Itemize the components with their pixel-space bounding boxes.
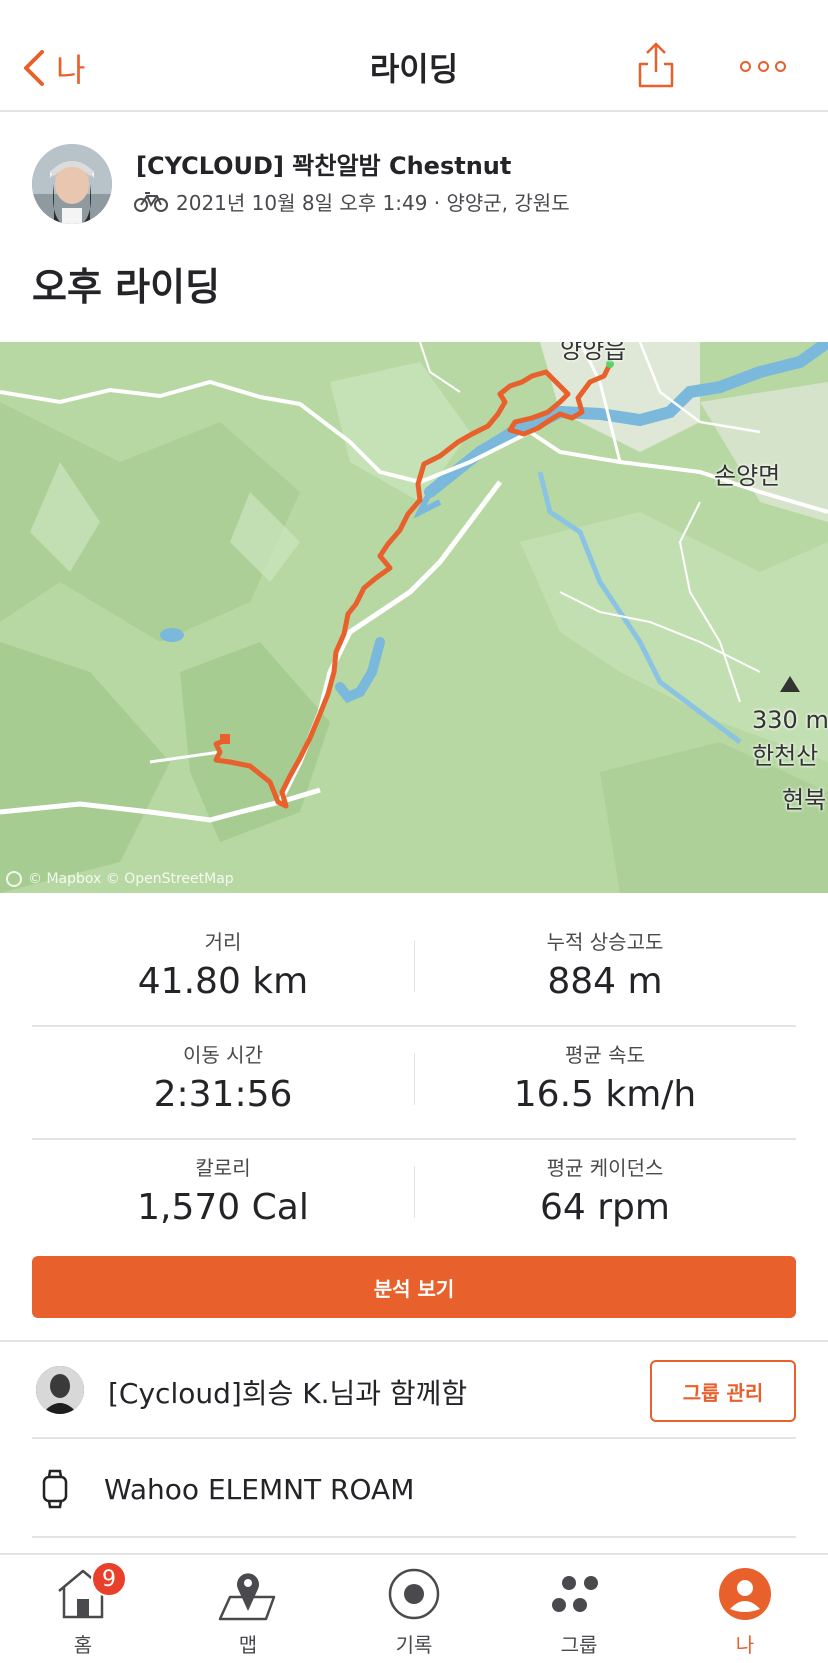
map-label-peak-elevation: 330 m (752, 706, 828, 734)
groups-icon (552, 1576, 606, 1612)
stats-grid: 거리 41.80 km 누적 상승고도 884 m 이동 시간 2:31:56 … (32, 914, 796, 1253)
athlete-avatar[interactable] (32, 144, 112, 224)
more-options-button[interactable] (740, 56, 786, 76)
stat-label: 칼로리 (195, 1156, 251, 1180)
top-nav-bar: 나 라이딩 (0, 0, 828, 112)
dot-icon (757, 60, 769, 72)
stat-row: 칼로리 1,570 Cal 평균 케이던스 64 rpm (32, 1140, 796, 1253)
record-icon (388, 1568, 440, 1620)
notification-badge: 9 (91, 1561, 127, 1597)
stat-label: 평균 속도 (565, 1043, 645, 1067)
divider (414, 940, 415, 992)
stat-distance: 거리 41.80 km (32, 914, 414, 1025)
group-activity-row[interactable]: [Cycloud]희승 K.님과 함께함 그룹 관리 (32, 1342, 796, 1439)
group-member-avatar (36, 1366, 84, 1414)
avatar-image (32, 144, 112, 224)
stat-value: 16.5 km/h (513, 1074, 697, 1115)
stat-row: 이동 시간 2:31:56 평균 속도 16.5 km/h (32, 1027, 796, 1140)
map-canvas (0, 342, 828, 893)
tab-label: 홈 (73, 1633, 93, 1657)
tab-groups[interactable]: 그룹 (524, 1565, 634, 1661)
divider (414, 1166, 415, 1218)
avatar-image (36, 1366, 84, 1414)
map-pin-icon (218, 1573, 276, 1621)
map-label-town: 현북 (782, 786, 827, 814)
route-map[interactable]: 양양읍 손양면 330 m 한천산 현북 © Mapbox © OpenStre… (0, 342, 828, 893)
athlete-name[interactable]: [CYCLOUD] 꽉찬알밤 Chestnut (136, 146, 511, 181)
stat-label: 평균 케이던스 (546, 1156, 664, 1180)
bottom-tab-bar: 9 홈 맵 기록 그룹 나 (0, 1553, 828, 1663)
map-attribution[interactable]: © Mapbox © OpenStreetMap (6, 871, 234, 887)
dot-icon (775, 60, 786, 72)
dot-icon (740, 60, 751, 72)
stat-value: 2:31:56 (153, 1074, 293, 1115)
map-label-town: 양양읍 (560, 342, 627, 364)
tab-icon-wrapper (547, 1565, 611, 1623)
tab-maps[interactable]: 맵 (193, 1565, 303, 1661)
stat-label: 이동 시간 (183, 1043, 263, 1067)
tab-icon-wrapper: 9 (51, 1561, 127, 1623)
stat-value: 884 m (547, 961, 663, 1002)
divider (414, 1053, 415, 1105)
activity-title: 오후 라이딩 (32, 265, 221, 309)
stat-value: 64 rpm (540, 1187, 670, 1228)
tab-icon-wrapper (713, 1565, 777, 1623)
device-name: Wahoo ELEMNT ROAM (104, 1473, 415, 1506)
tab-icon-wrapper (216, 1565, 280, 1623)
profile-icon (719, 1568, 771, 1620)
page-title: 라이딩 (369, 50, 459, 88)
tab-icon-wrapper (382, 1565, 446, 1623)
watch-icon (42, 1469, 68, 1509)
stat-moving-time: 이동 시간 2:31:56 (32, 1027, 414, 1138)
tab-you[interactable]: 나 (690, 1565, 800, 1661)
map-label-peak-name: 한천산 (752, 742, 819, 770)
stat-label: 누적 상승고도 (546, 930, 664, 954)
stat-value: 1,570 Cal (137, 1187, 309, 1228)
activity-date-location: 2021년 10월 8일 오후 1:49 · 양양군, 강원도 (176, 191, 570, 215)
tab-home[interactable]: 9 홈 (28, 1561, 138, 1661)
stat-row: 거리 41.80 km 누적 상승고도 884 m (32, 914, 796, 1027)
tab-record[interactable]: 기록 (359, 1565, 469, 1661)
share-icon (638, 42, 674, 88)
stat-average-cadence: 평균 케이던스 64 rpm (414, 1140, 796, 1253)
tab-label: 나 (735, 1633, 755, 1657)
stat-average-speed: 평균 속도 16.5 km/h (414, 1027, 796, 1138)
stat-calories: 칼로리 1,570 Cal (32, 1140, 414, 1253)
tab-label: 맵 (238, 1633, 258, 1657)
stat-elevation-gain: 누적 상승고도 884 m (414, 914, 796, 1025)
map-label-town: 손양면 (714, 462, 781, 490)
view-analysis-button[interactable]: 분석 보기 (32, 1256, 796, 1318)
group-activity-text: [Cycloud]희승 K.님과 함께함 (108, 1377, 468, 1410)
mapbox-logo-icon (6, 871, 22, 887)
share-button[interactable] (636, 40, 676, 90)
bicycle-icon (134, 191, 168, 212)
manage-group-button[interactable]: 그룹 관리 (650, 1360, 796, 1422)
tab-label: 그룹 (560, 1633, 598, 1657)
device-row: Wahoo ELEMNT ROAM (32, 1441, 796, 1538)
stat-value: 41.80 km (137, 961, 309, 1002)
activity-meta: 2021년 10월 8일 오후 1:49 · 양양군, 강원도 (134, 187, 570, 216)
tab-label: 기록 (395, 1633, 433, 1657)
attribution-text: © Mapbox © OpenStreetMap (28, 871, 234, 887)
stat-label: 거리 (204, 930, 242, 954)
